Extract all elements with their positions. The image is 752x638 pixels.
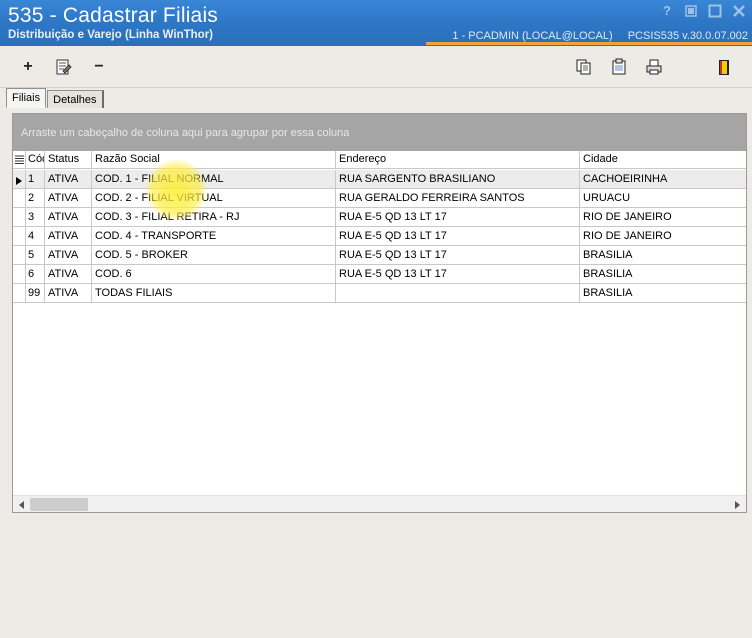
column-header-cod[interactable]: Cód [26, 151, 45, 168]
user-info: 1 - PCADMIN (LOCAL@LOCAL) [452, 30, 613, 42]
row-indicator [13, 208, 26, 226]
column-list-icon [14, 155, 24, 164]
column-header-status[interactable]: Status [45, 151, 92, 168]
table-row[interactable]: 1 ATIVA COD. 1 - FILIAL NORMAL RUA SARGE… [13, 170, 746, 189]
grid-empty-area [13, 304, 746, 495]
scroll-right-icon[interactable] [729, 496, 746, 513]
filiais-grid: Arraste um cabeçalho de coluna aqui para… [12, 113, 747, 513]
cell-status[interactable]: ATIVA [45, 208, 92, 226]
cell-cidade[interactable]: CACHOEIRINHA [580, 170, 746, 188]
row-indicator-icon [13, 170, 26, 188]
cell-razao-social[interactable]: COD. 5 - BROKER [92, 246, 336, 264]
toolbar: + − [0, 46, 752, 88]
close-icon[interactable] [732, 4, 746, 18]
accent-line [426, 42, 752, 45]
plus-icon: + [23, 58, 33, 75]
window-title: 535 - Cadastrar Filiais [8, 4, 219, 27]
app-window: 535 - Cadastrar Filiais Distribuição e V… [0, 0, 752, 638]
edit-document-icon [56, 59, 72, 75]
grid-header: Cód Status Razão Social Endereço Cidade [13, 151, 746, 169]
copy-icon [576, 59, 591, 75]
cell-cidade[interactable]: BRASILIA [580, 265, 746, 283]
title-bar: 535 - Cadastrar Filiais Distribuição e V… [0, 0, 752, 46]
cell-status[interactable]: ATIVA [45, 246, 92, 264]
tab-detalhes[interactable]: Detalhes [47, 90, 104, 108]
exit-button[interactable] [713, 56, 735, 78]
scrollbar-thumb[interactable] [30, 498, 88, 511]
window-controls: ? [660, 4, 746, 18]
cell-endereco[interactable]: RUA E-5 QD 13 LT 17 [336, 265, 580, 283]
row-indicator [13, 265, 26, 283]
cell-status[interactable]: ATIVA [45, 227, 92, 245]
cell-cidade[interactable]: BRASILIA [580, 246, 746, 264]
cell-endereco[interactable]: RUA E-5 QD 13 LT 17 [336, 208, 580, 226]
cell-endereco[interactable] [336, 284, 580, 302]
tab-bar: Filiais Detalhes [6, 88, 105, 108]
help-icon[interactable]: ? [660, 4, 674, 18]
printer-icon [646, 59, 662, 75]
cell-cidade[interactable]: URUACU [580, 189, 746, 207]
cell-razao-social[interactable]: COD. 2 - FILIAL VIRTUAL [92, 189, 336, 207]
column-header-cidade[interactable]: Cidade [580, 151, 746, 168]
row-indicator [13, 227, 26, 245]
table-row[interactable]: 6 ATIVA COD. 6 RUA E-5 QD 13 LT 17 BRASI… [13, 265, 746, 284]
row-indicator [13, 284, 26, 302]
remove-button[interactable]: − [88, 56, 110, 78]
maximize-icon[interactable] [708, 4, 722, 18]
edit-button[interactable] [52, 56, 74, 78]
tab-filiais[interactable]: Filiais [6, 88, 47, 108]
scroll-left-icon[interactable] [13, 496, 30, 513]
table-row[interactable]: 3 ATIVA COD. 3 - FILIAL RETIRA - RJ RUA … [13, 208, 746, 227]
cell-status[interactable]: ATIVA [45, 284, 92, 302]
window-subtitle: Distribuição e Varejo (Linha WinThor) [8, 29, 214, 41]
cell-cod[interactable]: 4 [26, 227, 45, 245]
cell-razao-social[interactable]: COD. 1 - FILIAL NORMAL [92, 170, 336, 188]
row-indicator [13, 189, 26, 207]
cell-endereco[interactable]: RUA E-5 QD 13 LT 17 [336, 246, 580, 264]
cell-endereco[interactable]: RUA GERALDO FERREIRA SANTOS [336, 189, 580, 207]
cell-cod[interactable]: 99 [26, 284, 45, 302]
notes-button[interactable] [608, 56, 630, 78]
minimize-icon[interactable] [684, 4, 698, 18]
cell-cod[interactable]: 1 [26, 170, 45, 188]
cell-cod[interactable]: 5 [26, 246, 45, 264]
table-row[interactable]: 99 ATIVA TODAS FILIAIS BRASILIA [13, 284, 746, 303]
cell-cidade[interactable]: RIO DE JANEIRO [580, 208, 746, 226]
cell-cod[interactable]: 6 [26, 265, 45, 283]
horizontal-scrollbar[interactable] [13, 495, 746, 512]
table-row[interactable]: 2 ATIVA COD. 2 - FILIAL VIRTUAL RUA GERA… [13, 189, 746, 208]
cell-razao-social[interactable]: COD. 4 - TRANSPORTE [92, 227, 336, 245]
table-row[interactable]: 4 ATIVA COD. 4 - TRANSPORTE RUA E-5 QD 1… [13, 227, 746, 246]
column-chooser[interactable] [13, 151, 26, 168]
row-indicator [13, 246, 26, 264]
app-version-info: PCSIS535 v.30.0.07.002 [627, 30, 748, 42]
clipboard-icon [612, 58, 626, 75]
cell-cod[interactable]: 2 [26, 189, 45, 207]
add-button[interactable]: + [17, 56, 39, 78]
exit-door-icon [719, 60, 729, 75]
cell-endereco[interactable]: RUA E-5 QD 13 LT 17 [336, 227, 580, 245]
copy-button[interactable] [573, 56, 595, 78]
cell-endereco[interactable]: RUA SARGENTO BRASILIANO [336, 170, 580, 188]
cell-cidade[interactable]: RIO DE JANEIRO [580, 227, 746, 245]
group-by-area[interactable]: Arraste um cabeçalho de coluna aqui para… [13, 114, 746, 151]
cell-status[interactable]: ATIVA [45, 189, 92, 207]
grid-body: 1 ATIVA COD. 1 - FILIAL NORMAL RUA SARGE… [13, 170, 746, 303]
print-button[interactable] [643, 56, 665, 78]
table-row[interactable]: 5 ATIVA COD. 5 - BROKER RUA E-5 QD 13 LT… [13, 246, 746, 265]
cell-cidade[interactable]: BRASILIA [580, 284, 746, 302]
cell-razao-social[interactable]: COD. 3 - FILIAL RETIRA - RJ [92, 208, 336, 226]
cell-razao-social[interactable]: TODAS FILIAIS [92, 284, 336, 302]
column-header-razao-social[interactable]: Razão Social [92, 151, 336, 168]
column-header-endereco[interactable]: Endereço [336, 151, 580, 168]
cell-razao-social[interactable]: COD. 6 [92, 265, 336, 283]
cell-cod[interactable]: 3 [26, 208, 45, 226]
cell-status[interactable]: ATIVA [45, 265, 92, 283]
minus-icon: − [94, 58, 104, 75]
cell-status[interactable]: ATIVA [45, 170, 92, 188]
session-info: 1 - PCADMIN (LOCAL@LOCAL) PCSIS535 v.30.… [440, 30, 748, 42]
